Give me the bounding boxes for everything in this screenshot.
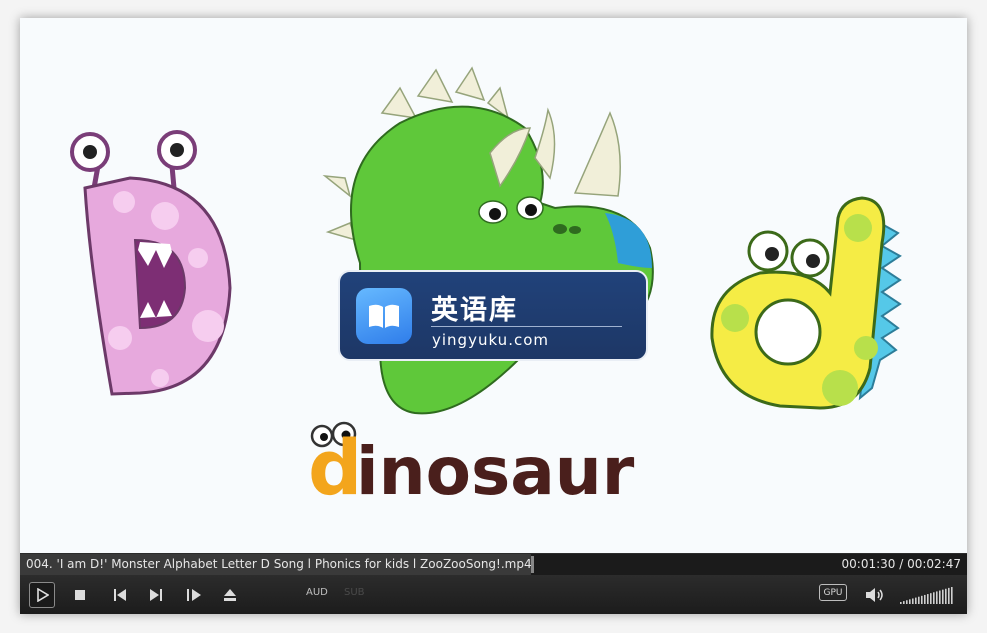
book-icon — [356, 288, 412, 344]
control-bar: AUD SUB GPU — [20, 575, 967, 614]
previous-button[interactable] — [109, 584, 131, 606]
video-area[interactable]: d inosaur 英语库 yingyuku.com — [20, 18, 967, 553]
volume-bar — [933, 592, 935, 604]
media-player-window: d inosaur 英语库 yingyuku.com 004. 'I am D!… — [20, 18, 967, 614]
info-bar: 004. 'I am D!' Monster Alphabet Letter D… — [20, 553, 967, 575]
mute-button[interactable] — [864, 584, 886, 606]
volume-bar — [906, 600, 908, 604]
green-dinosaur — [322, 66, 654, 415]
next-icon — [150, 589, 162, 601]
volume-bar — [903, 601, 905, 604]
previous-icon — [114, 589, 126, 601]
volume-bar — [900, 602, 902, 604]
frame-step-button[interactable] — [183, 584, 205, 606]
volume-bar — [915, 597, 917, 604]
dinosaur-word-art: d inosaur — [308, 421, 635, 512]
play-icon — [37, 588, 49, 602]
speaker-icon — [866, 588, 883, 602]
next-button[interactable] — [145, 584, 167, 606]
volume-bar — [909, 599, 911, 604]
watermark-overlay: 英语库 yingyuku.com — [338, 270, 648, 361]
volume-bar — [939, 590, 941, 604]
time-display: 00:01:30 / 00:02:47 — [841, 557, 961, 571]
volume-bar — [930, 593, 932, 604]
volume-bar — [918, 596, 920, 604]
volume-bar — [924, 594, 926, 604]
yellow-monster-letter-d — [710, 196, 902, 410]
seek-position-marker[interactable] — [531, 556, 534, 573]
watermark-divider — [431, 326, 622, 327]
gpu-button[interactable]: GPU — [819, 584, 847, 601]
word-first-letter: d — [308, 423, 362, 512]
stop-button[interactable] — [69, 584, 91, 606]
audio-track-button[interactable]: AUD — [306, 587, 328, 598]
eject-button[interactable] — [219, 584, 241, 606]
volume-slider[interactable] — [900, 586, 956, 604]
volume-bar — [948, 587, 950, 604]
subtitle-button[interactable]: SUB — [344, 587, 365, 598]
pink-monster-letter-d — [70, 130, 232, 396]
watermark-title: 英语库 — [431, 295, 518, 326]
volume-bar — [951, 587, 953, 604]
watermark-url: yingyuku.com — [432, 331, 549, 349]
volume-bar — [927, 594, 929, 604]
frame-step-icon — [187, 589, 201, 601]
volume-bar — [936, 591, 938, 604]
volume-bar — [942, 589, 944, 604]
eject-icon — [224, 588, 236, 601]
volume-bar — [945, 588, 947, 604]
volume-bar — [912, 598, 914, 604]
volume-bar — [921, 595, 923, 604]
stop-icon — [75, 590, 85, 600]
word-rest: inosaur — [356, 433, 635, 510]
file-title: 004. 'I am D!' Monster Alphabet Letter D… — [20, 554, 531, 575]
play-button[interactable] — [29, 582, 55, 608]
